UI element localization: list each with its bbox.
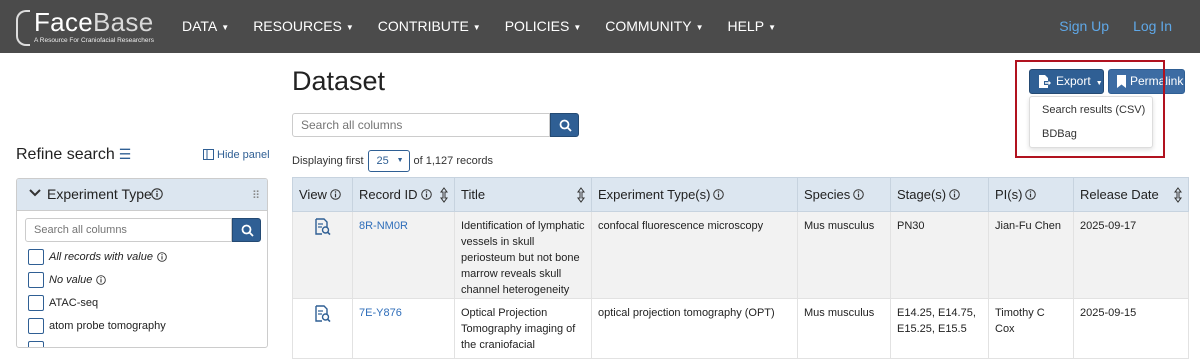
nav-policies[interactable]: POLICIES ▼ — [505, 0, 582, 53]
caret-down-icon: ▼ — [345, 22, 354, 32]
title-cell: Optical Projection Tomography imaging of… — [454, 298, 592, 359]
info-icon[interactable] — [330, 189, 341, 200]
nav-help[interactable]: HELP ▼ — [727, 0, 776, 53]
info-icon[interactable] — [157, 252, 167, 262]
main-search — [292, 113, 579, 137]
caret-down-icon: ▼ — [396, 157, 404, 164]
info-icon[interactable] — [713, 189, 725, 200]
caret-down-icon: ▼ — [221, 22, 230, 32]
facet-search-button[interactable] — [232, 218, 261, 242]
page-title: Dataset — [292, 66, 386, 96]
title-cell: Identification of lymphatic vessels in s… — [454, 211, 592, 299]
info-icon[interactable] — [151, 188, 163, 200]
log-in-link[interactable]: Log In — [1133, 0, 1172, 53]
pis-cell: Timothy C Cox — [988, 298, 1074, 359]
view-cell — [292, 298, 353, 359]
facet-title: Experiment Type — [47, 186, 152, 202]
facet-option[interactable] — [28, 341, 49, 347]
col-header-view: View — [292, 177, 353, 212]
facet-experiment-type: Experiment Type ⠿ All records with value… — [16, 178, 268, 348]
highlight-box — [1015, 60, 1165, 158]
search-icon — [241, 224, 254, 237]
release-date-cell: 2025-09-17 — [1073, 211, 1189, 299]
caret-down-icon: ▼ — [472, 22, 481, 32]
page-size-select[interactable]: 25 ▼ — [367, 150, 410, 172]
checkbox[interactable] — [28, 272, 44, 288]
pagination-suffix: of 1,127 records — [413, 155, 494, 167]
info-icon[interactable] — [853, 189, 865, 200]
col-header-pis: PI(s) — [988, 177, 1074, 212]
facebase-logo[interactable]: FaceBase A Resource For Craniofacial Res… — [14, 7, 164, 48]
panel-icon — [203, 149, 214, 160]
menu-icon[interactable]: ☰ — [119, 146, 132, 162]
sort-icon[interactable] — [577, 187, 585, 203]
pis-cell: Jian-Fu Chen — [988, 211, 1074, 299]
pagination-prefix: Displaying first — [292, 155, 364, 167]
drag-handle-icon[interactable]: ⠿ — [252, 189, 260, 202]
facet-option[interactable]: ATAC-seq — [28, 295, 98, 311]
col-header-release-date[interactable]: Release Date — [1073, 177, 1189, 212]
view-cell — [292, 211, 353, 299]
search-input[interactable] — [292, 113, 550, 137]
col-header-record-id[interactable]: Record ID — [352, 177, 455, 212]
navbar: FaceBase A Resource For Craniofacial Res… — [0, 0, 1200, 53]
info-icon[interactable] — [96, 275, 107, 285]
table-row: 8R-NM0R Identification of lymphatic vess… — [292, 211, 1189, 299]
col-header-species: Species — [797, 177, 891, 212]
nav-account: Sign Up Log In — [1035, 0, 1172, 53]
col-header-stages: Stage(s) — [890, 177, 989, 212]
sort-icon[interactable] — [440, 187, 448, 203]
stages-cell: E14.25, E14.75, E15.25, E15.5 — [890, 298, 989, 359]
caret-down-icon: ▼ — [573, 22, 582, 32]
col-header-experiment-types: Experiment Type(s) — [591, 177, 798, 212]
record-id-link[interactable]: 8R-NM0R — [352, 211, 455, 299]
species-cell: Mus musculus — [797, 211, 891, 299]
info-icon[interactable] — [949, 189, 960, 200]
nav-data[interactable]: DATA ▼ — [182, 0, 229, 53]
experiment-type-cell: optical projection tomography (OPT) — [591, 298, 798, 359]
facet-search-input[interactable] — [25, 218, 232, 242]
sort-icon[interactable] — [1174, 187, 1182, 203]
search-icon — [559, 119, 572, 132]
record-id-link[interactable]: 7E-Y876 — [352, 298, 455, 359]
nav-contribute[interactable]: CONTRIBUTE ▼ — [378, 0, 481, 53]
pagination-info: Displaying first 25 ▼ of 1,127 records — [292, 150, 493, 172]
sign-up-link[interactable]: Sign Up — [1059, 0, 1109, 53]
release-date-cell: 2025-09-15 — [1073, 298, 1189, 359]
nav-resources[interactable]: RESOURCES ▼ — [253, 0, 354, 53]
caret-down-icon: ▼ — [768, 22, 776, 32]
view-record-icon[interactable] — [314, 218, 331, 236]
facet-option[interactable]: No value — [28, 272, 107, 288]
checkbox[interactable] — [28, 249, 44, 265]
info-icon[interactable] — [420, 189, 432, 200]
stages-cell: PN30 — [890, 211, 989, 299]
chevron-down-icon[interactable] — [29, 188, 41, 198]
brand-tagline: A Resource For Craniofacial Researchers — [34, 37, 154, 44]
caret-down-icon: ▼ — [695, 22, 704, 32]
facet-header[interactable]: Experiment Type ⠿ — [17, 179, 267, 211]
info-icon[interactable] — [1025, 189, 1037, 200]
search-button[interactable] — [550, 113, 579, 137]
facet-option[interactable]: atom probe tomography — [28, 318, 166, 334]
checkbox[interactable] — [28, 295, 44, 311]
view-record-icon[interactable] — [314, 305, 331, 323]
nav-community[interactable]: COMMUNITY ▼ — [605, 0, 703, 53]
facet-search — [25, 218, 261, 242]
experiment-type-cell: confocal fluorescence microscopy — [591, 211, 798, 299]
hide-panel-button[interactable]: Hide panel — [203, 149, 270, 161]
species-cell: Mus musculus — [797, 298, 891, 359]
records-table: View Record ID Title Experiment Type(s) … — [292, 177, 1189, 359]
refine-search-title: Refine search ☰ — [16, 146, 132, 163]
col-header-title[interactable]: Title — [454, 177, 592, 212]
main-nav: DATA ▼ RESOURCES ▼ CONTRIBUTE ▼ POLICIES ▼ C… — [182, 0, 800, 53]
checkbox[interactable] — [28, 318, 44, 334]
table-row: 7E-Y876 Optical Projection Tomography im… — [292, 298, 1189, 359]
facet-option[interactable]: All records with value — [28, 249, 167, 265]
brand-name: FaceBase — [34, 7, 154, 37]
logo-bracket-icon — [16, 10, 30, 46]
checkbox[interactable] — [28, 341, 44, 347]
table-header-row: View Record ID Title Experiment Type(s) … — [292, 177, 1189, 212]
